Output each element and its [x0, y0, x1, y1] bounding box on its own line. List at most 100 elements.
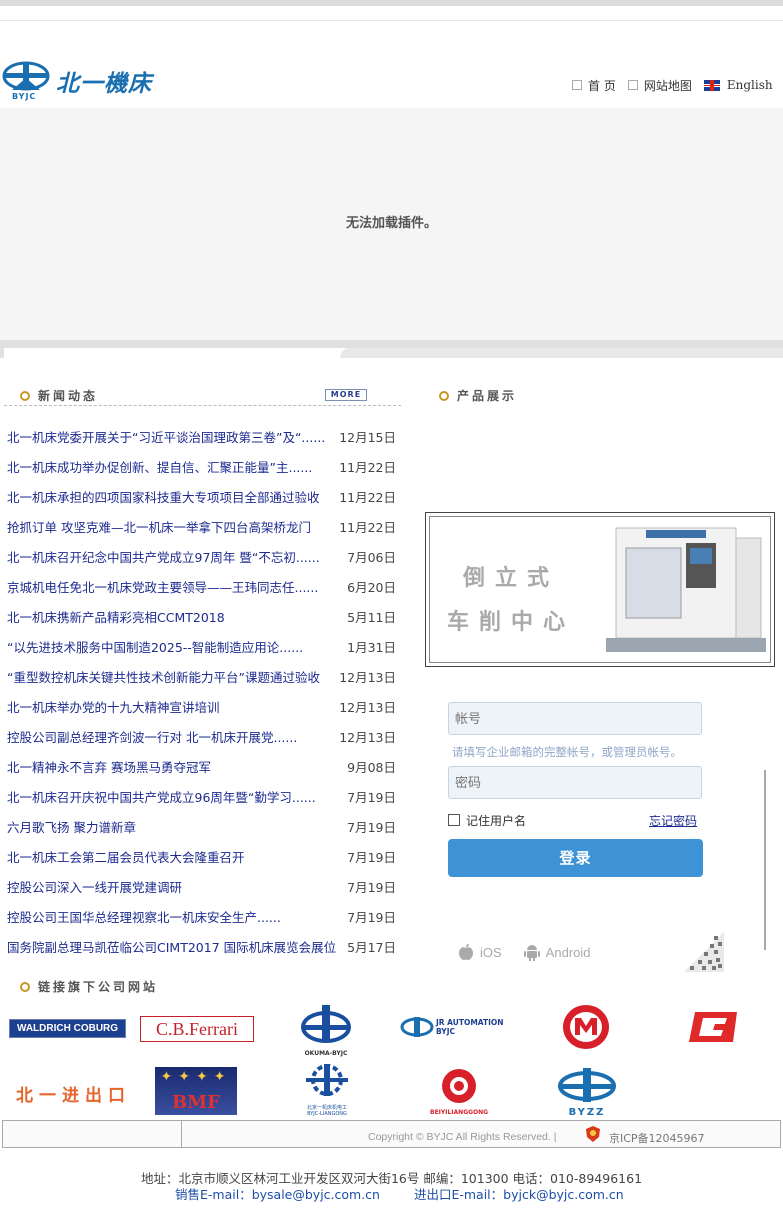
bullet-icon — [439, 390, 449, 401]
news-title-link[interactable]: 控股公司深入一线开展党建调研 — [7, 877, 182, 896]
news-date: 9月08日 — [347, 759, 396, 775]
b-logo-icon — [689, 1012, 737, 1042]
news-item[interactable]: 北一机床党委开展关于“习近平谈治国理政第三卷”及“...... 12月15日 — [7, 421, 397, 451]
sitemap-link[interactable]: 网站地图 — [644, 77, 692, 94]
news-section-title: 新闻动态 — [20, 387, 98, 404]
news-title-link[interactable]: 北一机床携新产品精彩亮相CCMT2018 — [7, 607, 225, 626]
news-item[interactable]: “以先进技术服务中国制造2025--智能制造应用论...... 1月31日 — [7, 631, 397, 661]
plugin-message: 无法加载插件。 — [345, 216, 437, 231]
news-list: 北一机床党委开展关于“习近平谈治国理政第三卷”及“...... 12月15日 北一机… — [7, 421, 397, 961]
remember-label: 记住用户名 — [466, 814, 527, 828]
cb-ferrari-logo[interactable]: C.B.Ferrari — [140, 1016, 254, 1042]
news-title-link[interactable]: 国务院副总理马凯莅临公司CIMT2017 国际机床展览会展位 — [7, 937, 336, 956]
liangong-logo[interactable]: 北京一机床机电工 BYJC-LIANGONG — [300, 1062, 354, 1120]
news-item[interactable]: 北一机床携新产品精彩亮相CCMT2018 5月11日 — [7, 601, 397, 631]
bullet-icon — [20, 390, 30, 401]
news-item[interactable]: 北一精神永不言弃 赛场黑马勇夺冠军 9月08日 — [7, 751, 397, 781]
beiyi-export-logo[interactable]: 北一进出口 — [16, 1081, 131, 1106]
police-badge-icon — [586, 1126, 600, 1142]
news-date: 5月17日 — [347, 939, 396, 955]
news-date: 6月20日 — [347, 579, 396, 595]
news-item[interactable]: 控股公司王国华总经理视察北一机床安全生产...... 7月19日 — [7, 901, 397, 931]
m-logo-icon — [563, 1005, 609, 1049]
news-title-link[interactable]: 控股公司王国华总经理视察北一机床安全生产...... — [7, 907, 281, 926]
waldrich-coburg-logo[interactable]: WALDRICH COBURG — [9, 1019, 126, 1038]
lianggong-icon — [442, 1069, 476, 1103]
news-title-link[interactable]: 控股公司副总经理齐剑波一行对 北一机床开展党...... — [7, 727, 297, 746]
banner-left-edge — [0, 348, 4, 358]
news-item[interactable]: 京城机电任免北一机床党政主要领导——王玮同志任...... 6月20日 — [7, 571, 397, 601]
news-more-button[interactable]: MORE — [325, 389, 367, 401]
news-title-link[interactable]: 北一机床成功举办促创新、提自信、汇聚正能量”主...... — [7, 457, 312, 476]
news-item[interactable]: 北一机床举办党的十九大精神宣讲培训 12月13日 — [7, 691, 397, 721]
products-section-title: 产品展示 — [439, 387, 517, 404]
news-date: 7月19日 — [347, 879, 396, 895]
machine-image — [606, 527, 766, 652]
m-logo[interactable] — [561, 1003, 611, 1051]
byzz-icon — [558, 1068, 616, 1102]
login-button[interactable]: 登录 — [448, 839, 703, 877]
subsidiaries-section-title: 链接旗下公司网站 — [20, 978, 158, 995]
news-date: 7月19日 — [347, 789, 396, 805]
sales-email-link[interactable]: 销售E-mail：bysale@byjc.com.cn — [175, 1187, 380, 1202]
news-item[interactable]: 国务院副总理马凯莅临公司CIMT2017 国际机床展览会展位 5月17日 — [7, 931, 397, 961]
bullet-icon — [20, 981, 30, 992]
news-title-link[interactable]: 北一机床党委开展关于“习近平谈治国理政第三卷”及“...... — [7, 427, 325, 446]
news-title-link[interactable]: 北一机床举办党的十九大精神宣讲培训 — [7, 697, 220, 716]
android-link[interactable]: Android — [546, 945, 591, 960]
news-divider — [4, 405, 401, 406]
okuma-byjc-logo[interactable]: OKUMA-BYJC — [300, 1003, 352, 1057]
scrollbar[interactable] — [764, 770, 766, 950]
product-line1: 倒立式 — [463, 565, 560, 591]
home-icon — [572, 80, 582, 90]
account-input[interactable] — [448, 702, 702, 735]
b-logo[interactable] — [687, 1010, 741, 1047]
news-item[interactable]: 抢抓订单 攻坚克难—北一机床一举拿下四台高架桥龙门 11月22日 — [7, 511, 397, 541]
news-item[interactable]: “重型数控机床关键共性技术创新能力平台”课题通过验收 12月13日 — [7, 661, 397, 691]
news-item[interactable]: 北一机床工会第二届会员代表大会隆重召开 7月19日 — [7, 841, 397, 871]
news-title-link[interactable]: 京城机电任免北一机床党政主要领导——王玮同志任...... — [7, 577, 318, 596]
news-item[interactable]: 北一机床成功举办促创新、提自信、汇聚正能量”主...... 11月22日 — [7, 451, 397, 481]
news-date: 7月06日 — [347, 549, 396, 565]
news-item[interactable]: 六月歌飞扬 聚力谱新章 7月19日 — [7, 811, 397, 841]
news-title-link[interactable]: 抢抓订单 攻坚克难—北一机床一举拿下四台高架桥龙门 — [7, 517, 311, 536]
footer-divider — [181, 1121, 182, 1147]
password-input[interactable] — [448, 766, 702, 799]
news-date: 12月13日 — [339, 729, 396, 745]
byzz-logo[interactable]: BYZZ — [556, 1066, 618, 1118]
ios-link[interactable]: iOS — [480, 945, 502, 960]
remember-checkbox[interactable] — [448, 814, 460, 826]
news-title-link[interactable]: 北一精神永不言弃 赛场黑马勇夺冠军 — [7, 757, 211, 776]
news-title-link[interactable]: 北一机床工会第二届会员代表大会隆重召开 — [7, 847, 245, 866]
news-date: 11月22日 — [339, 459, 396, 475]
news-date: 7月19日 — [347, 819, 396, 835]
news-date: 11月22日 — [339, 519, 396, 535]
news-item[interactable]: 北一机床召开庆祝中国共产党成立96周年暨“勤学习...... 7月19日 — [7, 781, 397, 811]
icp-link[interactable]: 京ICP备12045967 — [609, 1130, 705, 1146]
news-title-link[interactable]: 北一机床承担的四项国家科技重大专项项目全部通过验收 — [7, 487, 320, 506]
android-icon — [523, 945, 540, 961]
news-item[interactable]: 控股公司深入一线开展党建调研 7月19日 — [7, 871, 397, 901]
news-item[interactable]: 控股公司副总经理齐剑波一行对 北一机床开展党...... 12月13日 — [7, 721, 397, 751]
forgot-password-link[interactable]: 忘记密码 — [649, 812, 697, 829]
news-item[interactable]: 北一机床承担的四项国家科技重大专项项目全部通过验收 11月22日 — [7, 481, 397, 511]
beiyi-lianggong-logo[interactable]: BEIYILIANGGONG — [430, 1066, 488, 1116]
news-item[interactable]: 北一机床召开纪念中国共产党成立97周年 暨“不忘初...... 7月06日 — [7, 541, 397, 571]
jr-automation-logo[interactable]: JR AUTOMATION BYJC — [400, 1016, 508, 1038]
news-title-link[interactable]: “以先进技术服务中国制造2025--智能制造应用论...... — [7, 637, 303, 656]
news-title-link[interactable]: “重型数控机床关键共性技术创新能力平台”课题通过验收 — [7, 667, 320, 686]
jr-automation-icon — [400, 1017, 434, 1037]
home-link[interactable]: 首 页 — [588, 77, 616, 94]
top-links: 首 页 网站地图 English — [572, 77, 773, 93]
apple-icon — [459, 944, 473, 960]
news-date: 7月19日 — [347, 849, 396, 865]
export-email-link[interactable]: 进出口E-mail：byjck@byjc.com.cn — [414, 1187, 624, 1202]
bmf-logo[interactable]: ✦✦✦✦ BMF — [155, 1067, 237, 1115]
news-title-link[interactable]: 北一机床召开庆祝中国共产党成立96周年暨“勤学习...... — [7, 787, 316, 806]
news-title-link[interactable]: 北一机床召开纪念中国共产党成立97周年 暨“不忘初...... — [7, 547, 320, 566]
news-title-link[interactable]: 六月歌飞扬 聚力谱新章 — [7, 817, 136, 836]
app-links: iOS Android — [458, 943, 590, 961]
english-link[interactable]: English — [727, 78, 773, 92]
liangong-icon — [306, 1064, 348, 1096]
qr-code-icon — [684, 932, 724, 972]
